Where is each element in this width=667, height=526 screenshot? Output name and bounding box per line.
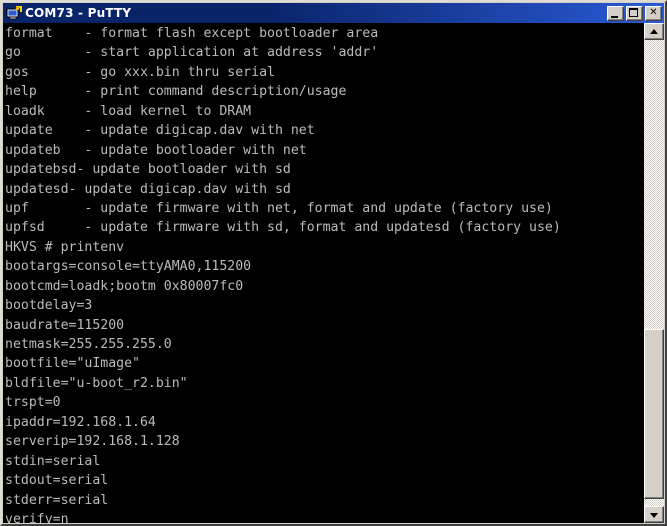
terminal-line: stdout=serial [5, 473, 109, 489]
terminal-scrollbar[interactable] [644, 23, 664, 523]
terminal-line: serverip=192.168.1.128 [5, 434, 180, 450]
minimize-button[interactable] [607, 5, 624, 21]
window-titlebar[interactable]: COM73 - PuTTY ✕ [3, 3, 664, 23]
terminal-line: verify=n [5, 511, 69, 523]
scrollbar-thumb[interactable] [644, 329, 664, 499]
terminal-line: go - start application at address 'addr' [5, 45, 379, 61]
terminal-line: bootdelay=3 [5, 298, 93, 314]
scroll-up-arrow-icon [650, 28, 658, 34]
terminal-line: gos - go xxx.bin thru serial [5, 64, 275, 80]
terminal-line: stdin=serial [5, 453, 101, 469]
terminal-line: updatesd- update digicap.dav with sd [5, 181, 291, 197]
terminal-line: upf - update firmware with net, format a… [5, 200, 553, 216]
terminal-line: format - format flash except bootloader … [5, 26, 379, 41]
scroll-down-button[interactable] [644, 506, 664, 523]
terminal-line: bootargs=console=ttyAMA0,115200 [5, 259, 252, 275]
terminal-line: ipaddr=192.168.1.64 [5, 414, 156, 430]
scrollbar-track[interactable] [644, 40, 664, 506]
terminal-line: bootfile="uImage" [5, 356, 140, 372]
terminal-line: upfsd - update firmware with sd, format … [5, 220, 561, 236]
close-button[interactable]: ✕ [645, 5, 662, 21]
window-title: COM73 - PuTTY [25, 6, 132, 20]
terminal-line: trspt=0 [5, 395, 61, 411]
terminal-line: updateb - update bootloader with net [5, 142, 307, 158]
terminal-line: bootcmd=loadk;bootm 0x80007fc0 [5, 278, 244, 294]
terminal-line: updatebsd- update bootloader with sd [5, 162, 291, 178]
close-icon: ✕ [649, 7, 658, 18]
terminal-line: loadk - load kernel to DRAM [5, 103, 252, 119]
terminal-line: baudrate=115200 [5, 317, 125, 333]
terminal-line: stderr=serial [5, 492, 109, 508]
putty-window: COM73 - PuTTY ✕ format - format flash ex… [0, 0, 667, 526]
terminal-line: update - update digicap.dav with net [5, 123, 315, 139]
terminal-line: netmask=255.255.255.0 [5, 337, 172, 352]
terminal-line: bldfile="u-boot_r2.bin" [5, 375, 188, 391]
terminal-output[interactable]: format - format flash except bootloader … [3, 23, 644, 523]
terminal-line: help - print command description/usage [5, 84, 347, 100]
terminal-line: HKVS # printenv [5, 239, 125, 255]
putty-icon [6, 5, 22, 21]
scroll-down-arrow-icon [650, 512, 658, 518]
maximize-button[interactable] [626, 5, 643, 21]
scroll-up-button[interactable] [644, 23, 664, 40]
